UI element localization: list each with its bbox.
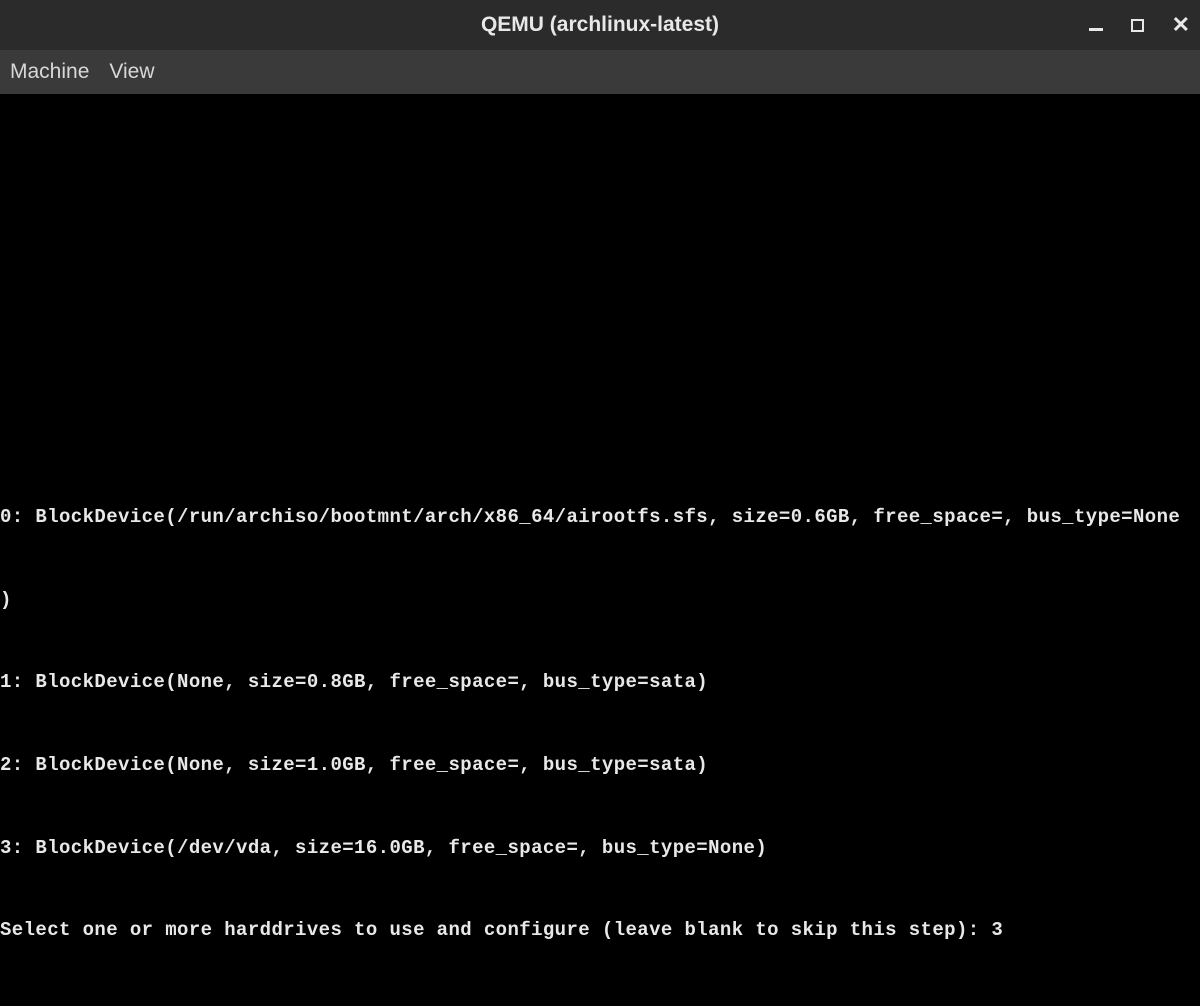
terminal-line: 3: BlockDevice(/dev/vda, size=16.0GB, fr… <box>0 835 1180 863</box>
window-title: QEMU (archlinux-latest) <box>481 13 719 37</box>
terminal-prompt: Select one or more harddrives to use and… <box>0 917 991 945</box>
menu-view[interactable]: View <box>109 60 154 84</box>
menu-machine[interactable]: Machine <box>10 60 89 84</box>
maximize-button[interactable] <box>1131 19 1144 32</box>
titlebar: QEMU (archlinux-latest) ✕ <box>0 0 1200 50</box>
terminal-input[interactable]: 3 <box>991 917 1003 945</box>
menubar: Machine View <box>0 50 1200 94</box>
close-button[interactable]: ✕ <box>1172 14 1190 36</box>
minimize-icon <box>1089 28 1103 31</box>
terminal-content: 0: BlockDevice(/run/archiso/bootmnt/arch… <box>0 449 1180 1000</box>
terminal-line: 0: BlockDevice(/run/archiso/bootmnt/arch… <box>0 504 1180 532</box>
terminal-line: 1: BlockDevice(None, size=0.8GB, free_sp… <box>0 669 1180 697</box>
terminal[interactable]: 0: BlockDevice(/run/archiso/bootmnt/arch… <box>0 94 1200 1006</box>
minimize-button[interactable] <box>1089 20 1103 31</box>
close-icon: ✕ <box>1172 14 1190 36</box>
terminal-line: 2: BlockDevice(None, size=1.0GB, free_sp… <box>0 752 1180 780</box>
terminal-prompt-line: Select one or more harddrives to use and… <box>0 917 1180 945</box>
maximize-icon <box>1131 19 1144 32</box>
terminal-line: ) <box>0 587 1180 615</box>
window-controls: ✕ <box>1089 14 1190 36</box>
